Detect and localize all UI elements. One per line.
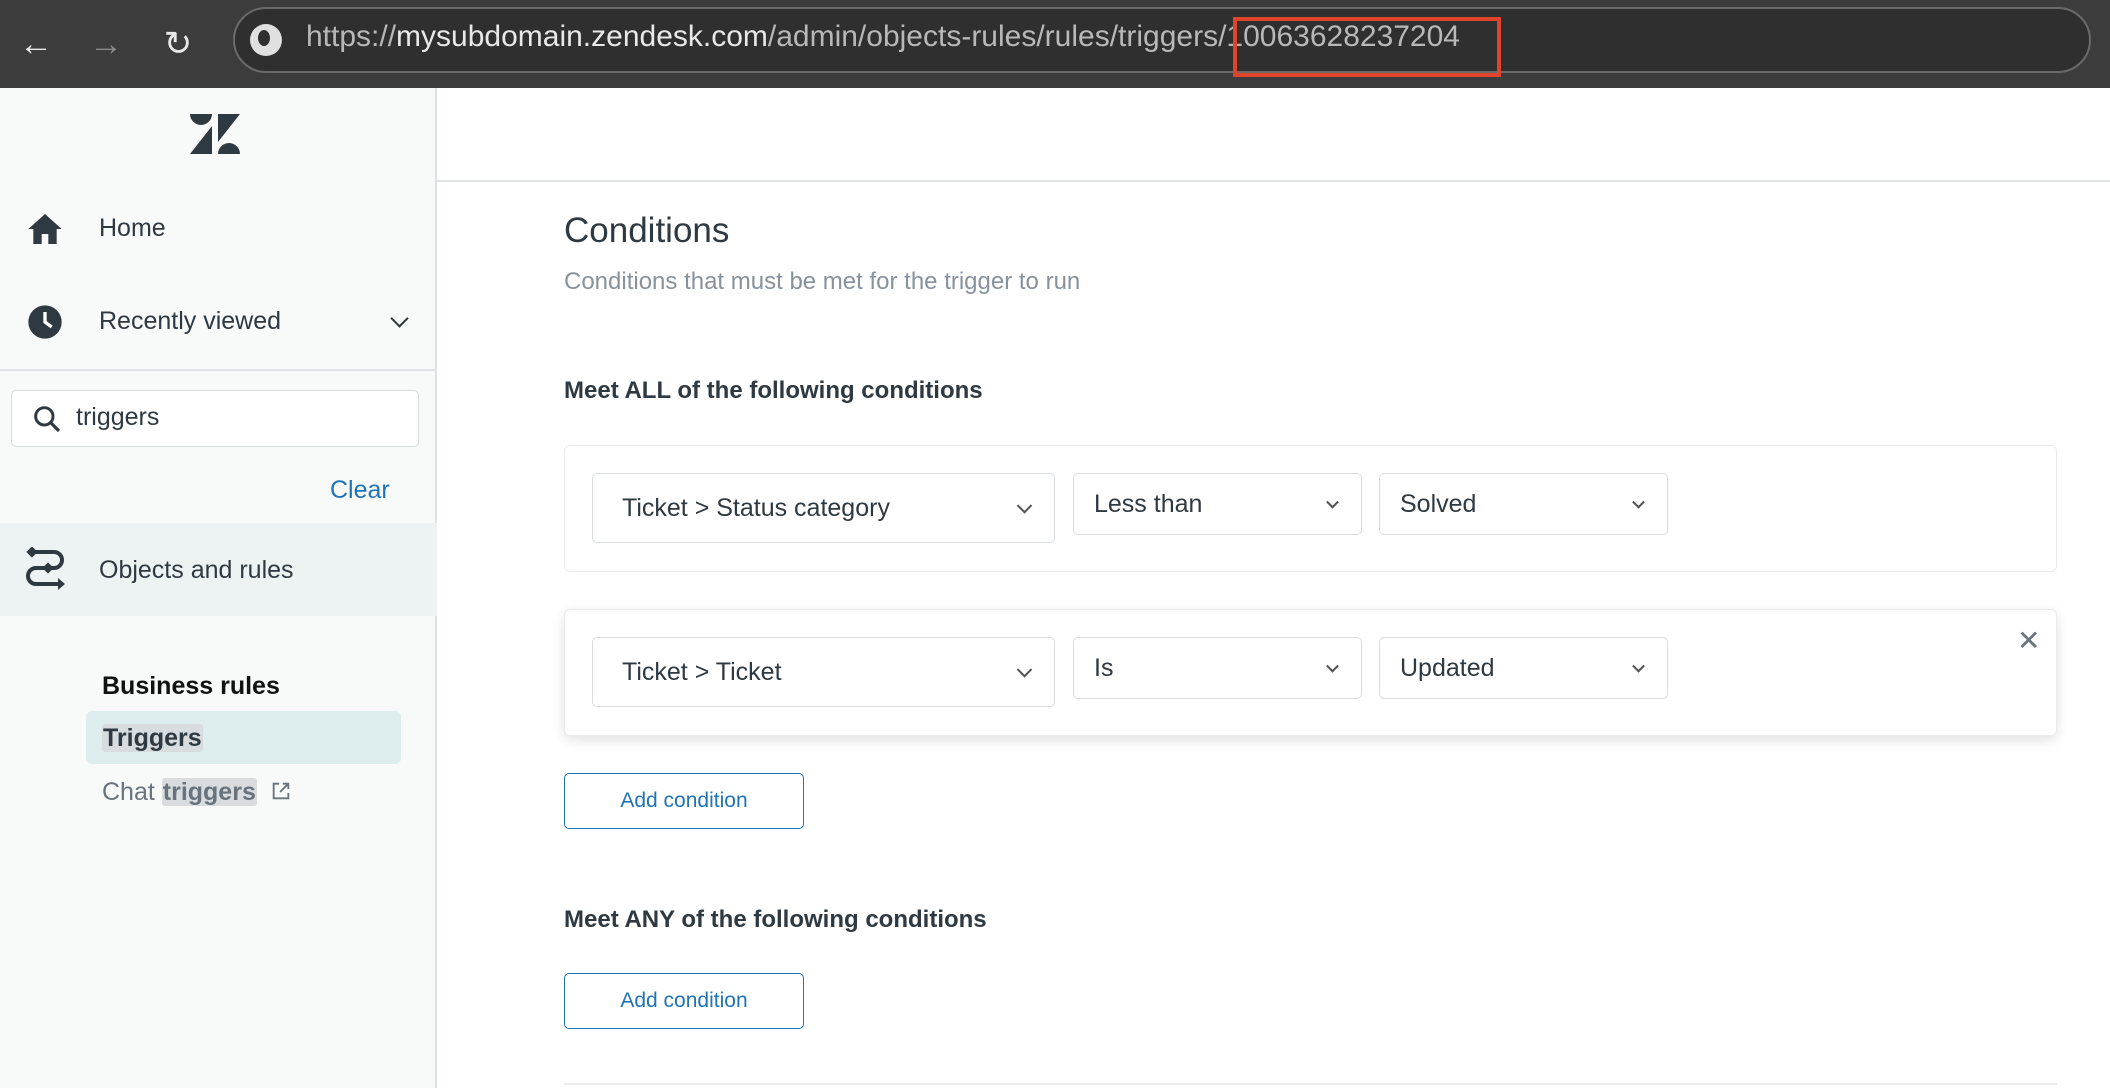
chevron-down-icon (1326, 659, 1339, 673)
add-condition-button[interactable]: Add condition (564, 773, 804, 829)
nav-home[interactable]: Home (99, 214, 166, 243)
objects-and-rules-label: Objects and rules (99, 556, 294, 584)
page-title: Conditions (564, 211, 730, 250)
chevron-down-icon (1632, 659, 1645, 673)
field-select[interactable]: Ticket > Status category (592, 473, 1055, 543)
value-value: Updated (1400, 653, 1495, 682)
remove-condition-close-icon[interactable]: ✕ (2017, 624, 2040, 657)
triggers-label: Triggers (102, 724, 203, 752)
reload-icon[interactable]: ↻ (156, 22, 200, 66)
any-conditions-heading: Meet ANY of the following conditions (564, 906, 987, 933)
section-business-rules: Business rules (102, 672, 280, 700)
zendesk-logo-icon (190, 114, 240, 154)
url-scheme: https:// (306, 20, 397, 53)
home-icon (28, 214, 62, 244)
field-select[interactable]: Ticket > Ticket (592, 637, 1055, 707)
clear-link[interactable]: Clear (330, 476, 390, 505)
browser-toolbar: ← → ↻ https://mysubdomain.zendesk.com/ad… (0, 0, 2110, 88)
chevron-down-icon (1632, 495, 1645, 509)
nav-recently-viewed[interactable]: Recently viewed (99, 307, 281, 336)
external-link-icon (272, 782, 290, 800)
condition-row: Ticket > Ticket Is Updated ✕ (564, 609, 2057, 736)
chat-label: Chat (102, 778, 162, 806)
url-host: mysubdomain.zendesk.com (396, 20, 768, 53)
url-path: /admin/objects-rules/rules/triggers/ (767, 20, 1227, 53)
page-subtitle: Conditions that must be met for the trig… (564, 268, 1081, 295)
chat-triggers-highlight: triggers (161, 778, 257, 806)
search-icon (34, 406, 61, 433)
divider (0, 369, 437, 371)
chevron-down-icon (1326, 495, 1339, 509)
search-input[interactable] (11, 390, 419, 447)
field-value: Ticket > Ticket (622, 657, 782, 686)
add-any-condition-button[interactable]: Add condition (564, 973, 804, 1029)
condition-row: Ticket > Status category Less than Solve… (564, 445, 2057, 572)
value-select[interactable]: Updated (1379, 637, 1668, 699)
divider (564, 1083, 2057, 1085)
forward-arrow-icon[interactable]: → (84, 22, 128, 66)
value-value: Solved (1400, 489, 1477, 518)
operator-value: Less than (1094, 489, 1203, 518)
operator-select[interactable]: Less than (1073, 473, 1362, 535)
operator-value: Is (1094, 653, 1114, 682)
chevron-down-icon (1016, 498, 1033, 514)
field-value: Ticket > Status category (622, 493, 890, 522)
objects-rules-icon (26, 547, 65, 590)
search-value[interactable]: triggers (76, 403, 159, 432)
highlight-box (1233, 17, 1501, 77)
all-conditions-heading: Meet ALL of the following conditions (564, 377, 983, 404)
operator-select[interactable]: Is (1073, 637, 1362, 699)
clock-icon (28, 305, 62, 339)
nav-chat-triggers[interactable]: Chat triggers (102, 778, 292, 807)
value-select[interactable]: Solved (1379, 473, 1668, 535)
page-header (437, 88, 2110, 182)
globe-icon (250, 24, 282, 56)
chevron-down-icon (1016, 662, 1033, 678)
back-arrow-icon[interactable]: ← (14, 22, 58, 66)
